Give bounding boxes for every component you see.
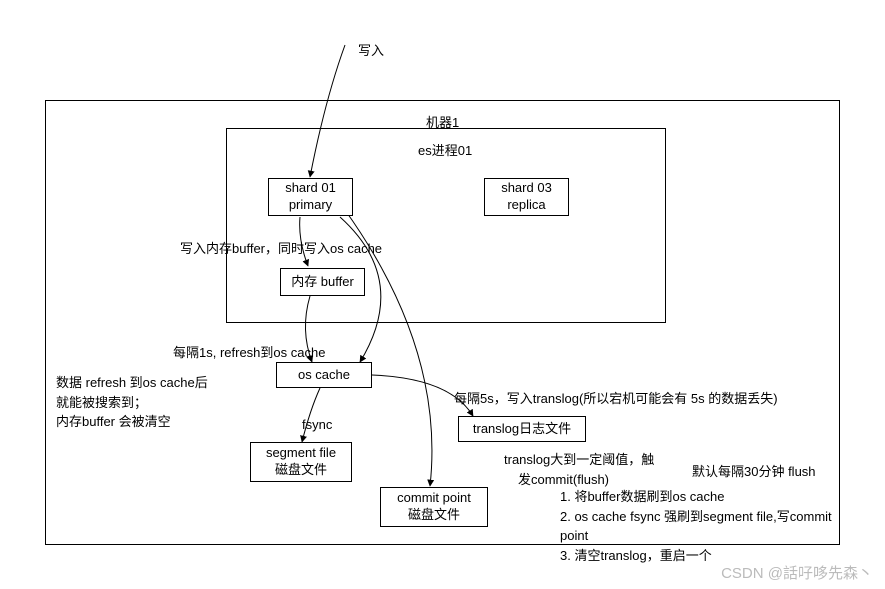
segment-line2: 磁盘文件: [275, 462, 327, 479]
commit-line1: commit point: [397, 490, 471, 507]
commit-box: commit point 磁盘文件: [380, 487, 488, 527]
fsync-label: fsync: [302, 417, 332, 432]
translog-box: translog日志文件: [458, 416, 586, 442]
shard01-line2: primary: [289, 197, 332, 214]
buffer-note: 写入内存buffer，同时写入os cache: [180, 238, 382, 257]
shard01-line1: shard 01: [285, 180, 336, 197]
shard03-box: shard 03 replica: [484, 178, 569, 216]
os-cache-label: os cache: [298, 367, 350, 384]
flush-default: 默认每隔30分钟 flush: [692, 461, 816, 480]
shard01-box: shard 01 primary: [268, 178, 353, 216]
segment-box: segment file 磁盘文件: [250, 442, 352, 482]
translog-label: translog日志文件: [473, 421, 571, 438]
os-cache-box: os cache: [276, 362, 372, 388]
watermark: CSDN @話吇哆先森丶: [721, 562, 873, 583]
commit-line2: 磁盘文件: [408, 507, 460, 524]
mem-buffer-label: 内存 buffer: [291, 274, 354, 291]
translog-note: 每隔5s，写入translog(所以宕机可能会有 5s 的数据丢失): [454, 388, 778, 407]
machine-label: 机器1: [426, 112, 459, 131]
shard03-line1: shard 03: [501, 180, 552, 197]
es-process-label: es进程01: [418, 140, 472, 159]
refresh-note: 每隔1s, refresh到os cache: [173, 342, 325, 361]
flush-steps: 1. 将buffer数据刷到os cache 2. os cache fsync…: [560, 487, 850, 565]
write-label: 写入: [358, 40, 384, 59]
refresh-desc: 数据 refresh 到os cache后 就能被搜索到； 内存buffer 会…: [56, 373, 208, 432]
mem-buffer-box: 内存 buffer: [280, 268, 365, 296]
shard03-line2: replica: [507, 197, 545, 214]
translog-trigger: translog大到一定阈值，触 发commit(flush): [504, 450, 654, 489]
segment-line1: segment file: [266, 445, 336, 462]
